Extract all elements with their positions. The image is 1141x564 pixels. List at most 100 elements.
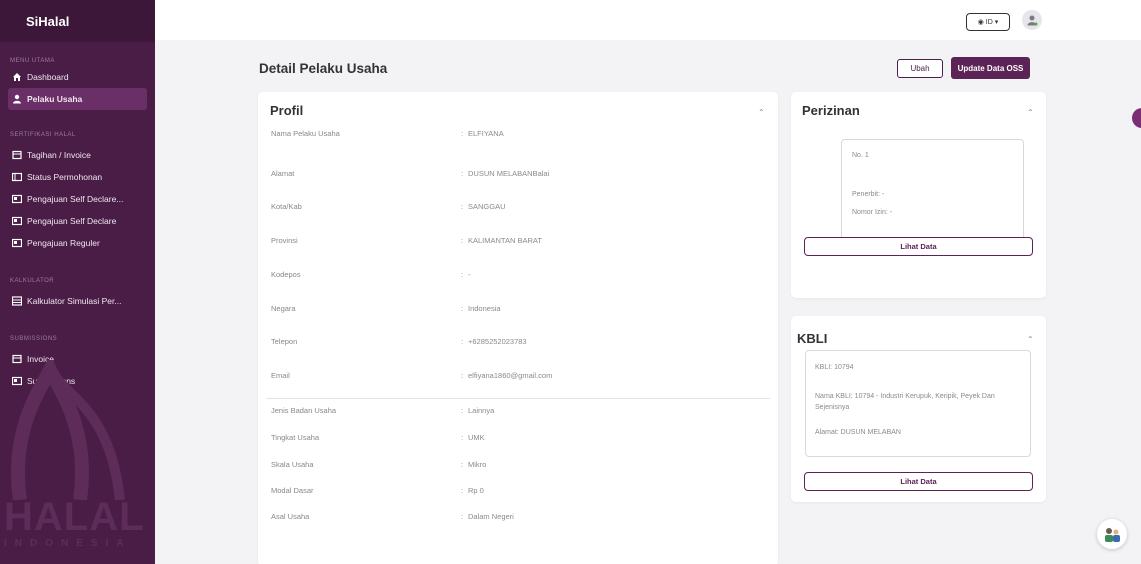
profil-divider (266, 398, 770, 399)
sidebar-item-tagihan[interactable]: Tagihan / Invoice (8, 144, 147, 166)
sidebar-item-submissions[interactable]: Submissions (8, 370, 147, 392)
kbli-item: KBLI: 10794 Nama KBLI: 10794 - Industri … (805, 350, 1031, 457)
calc-section-label: KALKULATOR (10, 278, 55, 284)
sidebar-item-label: Pengajuan Self Declare (27, 216, 117, 226)
indonesia-watermark-text: INDONESIA (4, 538, 132, 549)
calculator-icon (12, 296, 22, 306)
submissions-section-label: SUBMISSIONS (10, 336, 58, 342)
profil-row-colon: : (461, 406, 464, 415)
chat-support-icon (1105, 528, 1120, 542)
brand-logo[interactable]: SiHalal (0, 0, 155, 42)
sidebar-item-dashboard[interactable]: Dashboard (8, 66, 147, 88)
profil-row-colon: : (461, 236, 464, 245)
sidebar-item-kalkulator[interactable]: Kalkulator Simulasi Per... (8, 290, 147, 312)
profil-row-label: Alamat (271, 169, 295, 178)
kbli-alamat: Alamat: DUSUN MELABAN (815, 429, 901, 436)
perizinan-title: Perizinan (802, 103, 860, 118)
profil-row-value: Rp 0 (468, 486, 484, 495)
declare-icon (12, 194, 22, 204)
profil-row-value: KALIMANTAN BARAT (468, 236, 542, 245)
profil-row: Asal Usaha: Dalam Negeri (258, 512, 778, 524)
sidebar-item-label: Tagihan / Invoice (27, 150, 91, 160)
declare-icon (12, 216, 22, 226)
halal-watermark-text: HALAL (4, 495, 145, 539)
profil-row: Alamat: DUSUN MELABANBalai (258, 169, 778, 181)
sidebar-item-label: Pelaku Usaha (27, 94, 83, 104)
profil-row-colon: : (461, 169, 464, 178)
update-oss-button[interactable]: Update Data OSS (951, 57, 1030, 79)
invoice-icon (12, 354, 22, 364)
profil-row-colon: : (461, 270, 464, 279)
profil-row-colon: : (461, 460, 464, 469)
perizinan-penerbit: Penerbit: - (852, 191, 885, 198)
user-icon (12, 94, 22, 104)
kbli-view-button[interactable]: Lihat Data (804, 472, 1033, 491)
profil-row-label: Asal Usaha (271, 512, 310, 521)
sidebar-item-self-declare-2[interactable]: Pengajuan Self Declare (8, 210, 147, 232)
globe-icon: ◉ (977, 19, 984, 26)
sidebar-item-label: Pengajuan Self Declare... (27, 194, 124, 204)
profil-row: Jenis Badan Usaha: Lainnya (258, 406, 778, 418)
chat-button[interactable] (1097, 519, 1127, 549)
profil-title: Profil (270, 103, 304, 118)
profil-row-label: Kodepos (271, 270, 301, 279)
profil-row: Email: elfiyana1860@gmail.com (258, 371, 778, 383)
perizinan-nomor: Nomor Izin: - (852, 209, 893, 216)
side-panel-toggle[interactable] (1132, 108, 1141, 128)
sidebar-item-label: Kalkulator Simulasi Per... (27, 296, 122, 306)
sidebar-item-label: Submissions (27, 376, 76, 386)
edit-button[interactable]: Ubah (897, 59, 943, 78)
sidebar: SiHalal MENU UTAMA Dashboard Pelaku Usah… (0, 0, 155, 564)
kbli-title: KBLI (797, 331, 828, 346)
sidebar-item-self-declare-1[interactable]: Pengajuan Self Declare... (8, 188, 147, 210)
profil-row-label: Skala Usaha (271, 460, 314, 469)
profil-row: Nama Pelaku Usaha: ELFIYANA (258, 129, 778, 141)
profil-row-colon: : (461, 337, 464, 346)
collapse-icon[interactable]: ⌃ (758, 108, 765, 117)
profil-row-value: +6285252023783 (468, 337, 527, 346)
collapse-icon[interactable]: ⌃ (1027, 335, 1034, 344)
profil-row-colon: : (461, 371, 464, 380)
profil-row-label: Nama Pelaku Usaha (271, 129, 340, 138)
language-select[interactable]: ◉ ID ▾ (966, 13, 1010, 31)
perizinan-view-button[interactable]: Lihat Data (804, 237, 1033, 256)
profil-row-value: ELFIYANA (468, 129, 504, 138)
profil-row-value: - (468, 270, 471, 279)
profil-row-colon: : (461, 202, 464, 211)
profil-row-value: Lainnya (468, 406, 495, 415)
profil-row: Modal Dasar: Rp 0 (258, 486, 778, 498)
kbli-name: Nama KBLI: 10794 - Industri Kerupuk, Ker… (815, 393, 995, 411)
profil-row-label: Negara (271, 304, 296, 313)
profil-row-colon: : (461, 304, 464, 313)
perizinan-item: No. 1 Penerbit: - Nomor Izin: - (841, 139, 1024, 241)
home-icon (12, 72, 22, 82)
regular-icon (12, 238, 22, 248)
sidebar-item-invoice[interactable]: Invoice (8, 348, 147, 370)
profil-row-value: Dalam Negeri (468, 512, 514, 521)
profil-row-colon: : (461, 486, 464, 495)
profil-row-label: Jenis Badan Usaha (271, 406, 337, 415)
profil-row-value: Mikro (468, 460, 487, 469)
sidebar-item-label: Dashboard (27, 72, 69, 82)
profil-row-label: Kota/Kab (271, 202, 302, 211)
profil-row-value: SANGGAU (468, 202, 506, 211)
profil-row-colon: : (461, 433, 464, 442)
profil-row-value: Indonesia (468, 304, 501, 313)
profil-row: Kodepos: - (258, 270, 778, 282)
page-title: Detail Pelaku Usaha (259, 61, 388, 76)
user-avatar-icon (1027, 15, 1038, 26)
sidebar-item-reguler[interactable]: Pengajuan Reguler (8, 232, 147, 254)
language-value: ID (985, 18, 993, 26)
status-icon (12, 172, 22, 182)
profil-row: Negara: Indonesia (258, 304, 778, 316)
profil-row: Skala Usaha: Mikro (258, 460, 778, 472)
sidebar-item-label: Invoice (27, 354, 54, 364)
profil-row-colon: : (461, 129, 464, 138)
collapse-icon[interactable]: ⌃ (1027, 108, 1034, 117)
sidebar-item-status[interactable]: Status Permohonan (8, 166, 147, 188)
avatar[interactable] (1022, 10, 1042, 30)
profil-row: Kota/Kab: SANGGAU (258, 202, 778, 214)
profil-row: Telepon: +6285252023783 (258, 337, 778, 349)
sidebar-item-pelaku-usaha[interactable]: Pelaku Usaha (8, 88, 147, 110)
profil-row-value: DUSUN MELABANBalai (468, 169, 550, 178)
